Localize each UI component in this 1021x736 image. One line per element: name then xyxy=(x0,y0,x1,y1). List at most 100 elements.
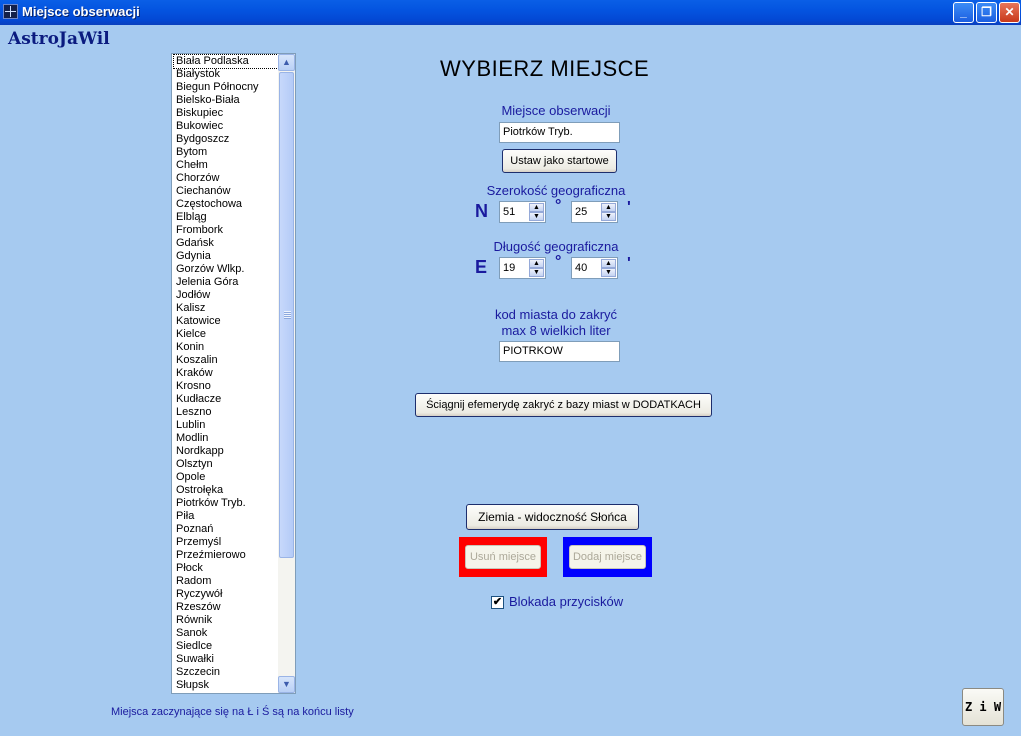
add-place-button[interactable]: Dodaj miejsce xyxy=(569,545,646,569)
list-item[interactable]: Nordkapp xyxy=(174,445,278,458)
scroll-down-icon[interactable]: ▼ xyxy=(278,676,295,693)
list-item[interactable]: Biegun Północny xyxy=(174,81,278,94)
spin-down-icon[interactable]: ▼ xyxy=(601,212,616,221)
list-item[interactable]: Jodłów xyxy=(174,289,278,302)
spin-down-icon[interactable]: ▼ xyxy=(529,268,544,277)
grip-icon xyxy=(284,311,291,319)
list-footer-note: Miejsca zaczynające się na Ł i Ś są na k… xyxy=(111,706,354,718)
list-item[interactable]: Radom xyxy=(174,575,278,588)
spin-down-icon[interactable]: ▼ xyxy=(529,212,544,221)
spin-up-icon[interactable]: ▲ xyxy=(601,203,616,212)
list-item[interactable]: Sanok xyxy=(174,627,278,640)
list-item[interactable]: Leszno xyxy=(174,406,278,419)
list-item[interactable]: Ostrołęka xyxy=(174,484,278,497)
list-item[interactable]: Frombork xyxy=(174,224,278,237)
spin-up-icon[interactable]: ▲ xyxy=(529,203,544,212)
list-item[interactable]: Lublin xyxy=(174,419,278,432)
title-bar: Miejsce obserwacji _ ❐ ✕ xyxy=(0,0,1021,25)
latitude-minutes-spinner[interactable]: 25 ▲ ▼ xyxy=(571,201,618,223)
ziw-button[interactable]: Z i W xyxy=(962,688,1004,726)
list-item[interactable]: Bielsko-Biała xyxy=(174,94,278,107)
window-title: Miejsce obserwacji xyxy=(22,4,140,19)
list-item[interactable]: Bukowiec xyxy=(174,120,278,133)
list-item[interactable]: Poznań xyxy=(174,523,278,536)
list-item[interactable]: Ryczywół xyxy=(174,588,278,601)
list-item[interactable]: Krosno xyxy=(174,380,278,393)
spin-down-icon[interactable]: ▼ xyxy=(601,268,616,277)
spin-up-icon[interactable]: ▲ xyxy=(529,259,544,268)
places-list[interactable]: Biała Podlaska Białystok Biegun Północny Bi… xyxy=(173,54,279,692)
list-item[interactable]: Koszalin xyxy=(174,354,278,367)
list-item[interactable]: Słupsk xyxy=(174,679,278,692)
scroll-up-icon[interactable]: ▲ xyxy=(278,54,295,71)
list-item[interactable]: Suwałki xyxy=(174,653,278,666)
list-item[interactable]: Elbląg xyxy=(174,211,278,224)
brand-logo: AstroJaWil xyxy=(8,29,110,49)
list-item[interactable]: Chorzów xyxy=(174,172,278,185)
list-item[interactable]: Rzeszów xyxy=(174,601,278,614)
place-label: Miejsce obserwacji xyxy=(501,103,611,118)
list-item[interactable]: Piła xyxy=(174,510,278,523)
list-item[interactable]: Równik xyxy=(174,614,278,627)
list-item[interactable]: Gorzów Wlkp. xyxy=(174,263,278,276)
list-item[interactable]: Płock xyxy=(174,562,278,575)
list-item[interactable]: Białystok xyxy=(174,68,278,81)
page-title: WYBIERZ MIEJSCE xyxy=(440,56,650,81)
minimize-button[interactable]: _ xyxy=(953,2,974,23)
download-ephemeris-button[interactable]: Ściągnij efemerydę zakryć z bazy miast w… xyxy=(415,393,712,417)
longitude-degrees-value[interactable]: 19 xyxy=(503,262,515,274)
minute-symbol: ' xyxy=(627,255,631,272)
places-listbox[interactable]: Biała Podlaska Białystok Biegun Północny Bi… xyxy=(171,53,296,694)
list-item[interactable]: Biskupiec xyxy=(174,107,278,120)
list-item[interactable]: Bytom xyxy=(174,146,278,159)
maximize-button[interactable]: ❐ xyxy=(976,2,997,23)
scroll-thumb[interactable] xyxy=(279,72,294,558)
list-item[interactable]: Kalisz xyxy=(174,302,278,315)
degree-symbol: ° xyxy=(555,253,562,270)
city-code-label: kod miasta do zakryć xyxy=(494,307,618,322)
list-scrollbar[interactable]: ▲ ▼ xyxy=(278,54,295,693)
minute-symbol: ' xyxy=(627,199,631,216)
city-code-input[interactable]: PIOTRKOW xyxy=(499,341,620,362)
list-item[interactable]: Przeźmierowo xyxy=(174,549,278,562)
list-item[interactable]: Chełm xyxy=(174,159,278,172)
latitude-degrees-spinner[interactable]: 51 ▲ ▼ xyxy=(499,201,546,223)
longitude-degrees-spinner[interactable]: 19 ▲ ▼ xyxy=(499,257,546,279)
list-item[interactable]: Piotrków Tryb. xyxy=(174,497,278,510)
list-item[interactable]: Opole xyxy=(174,471,278,484)
list-item[interactable]: Modlin xyxy=(174,432,278,445)
list-item[interactable]: Katowice xyxy=(174,315,278,328)
list-item[interactable]: Kudłacze xyxy=(174,393,278,406)
city-code-hint: max 8 wielkich liter xyxy=(501,323,611,338)
longitude-minutes-spinner[interactable]: 40 ▲ ▼ xyxy=(571,257,618,279)
latitude-label: Szerokość geograficzna xyxy=(486,183,626,198)
list-item[interactable]: Gdynia xyxy=(174,250,278,263)
latitude-minutes-value[interactable]: 25 xyxy=(575,206,587,218)
longitude-label: Długość geograficzna xyxy=(493,239,619,254)
lock-buttons-label[interactable]: Blokada przycisków xyxy=(509,594,623,609)
list-item[interactable]: Szczecin xyxy=(174,666,278,679)
list-item[interactable]: Bydgoszcz xyxy=(174,133,278,146)
earth-sun-visibility-button[interactable]: Ziemia - widoczność Słońca xyxy=(466,504,639,530)
set-start-button[interactable]: Ustaw jako startowe xyxy=(502,149,617,173)
list-item[interactable]: Przemyśl xyxy=(174,536,278,549)
place-input[interactable]: Piotrków Tryb. xyxy=(499,122,620,143)
list-item[interactable]: Kraków xyxy=(174,367,278,380)
list-item[interactable]: Ciechanów xyxy=(174,185,278,198)
app-icon xyxy=(3,4,18,19)
lock-buttons-checkbox[interactable]: ✔ xyxy=(491,596,504,609)
latitude-degrees-value[interactable]: 51 xyxy=(503,206,515,218)
close-button[interactable]: ✕ xyxy=(999,2,1020,23)
list-item[interactable]: Gdańsk xyxy=(174,237,278,250)
list-item[interactable]: Kielce xyxy=(174,328,278,341)
list-item[interactable]: Siedlce xyxy=(174,640,278,653)
list-item[interactable]: Jelenia Góra xyxy=(174,276,278,289)
list-item[interactable]: Częstochowa xyxy=(174,198,278,211)
list-item[interactable]: Olsztyn xyxy=(174,458,278,471)
list-item[interactable]: Konin xyxy=(174,341,278,354)
longitude-hemisphere: E xyxy=(475,257,488,277)
list-item[interactable]: Biała Podlaska xyxy=(173,54,279,69)
remove-place-button[interactable]: Usuń miejsce xyxy=(465,545,541,569)
longitude-minutes-value[interactable]: 40 xyxy=(575,262,587,274)
spin-up-icon[interactable]: ▲ xyxy=(601,259,616,268)
